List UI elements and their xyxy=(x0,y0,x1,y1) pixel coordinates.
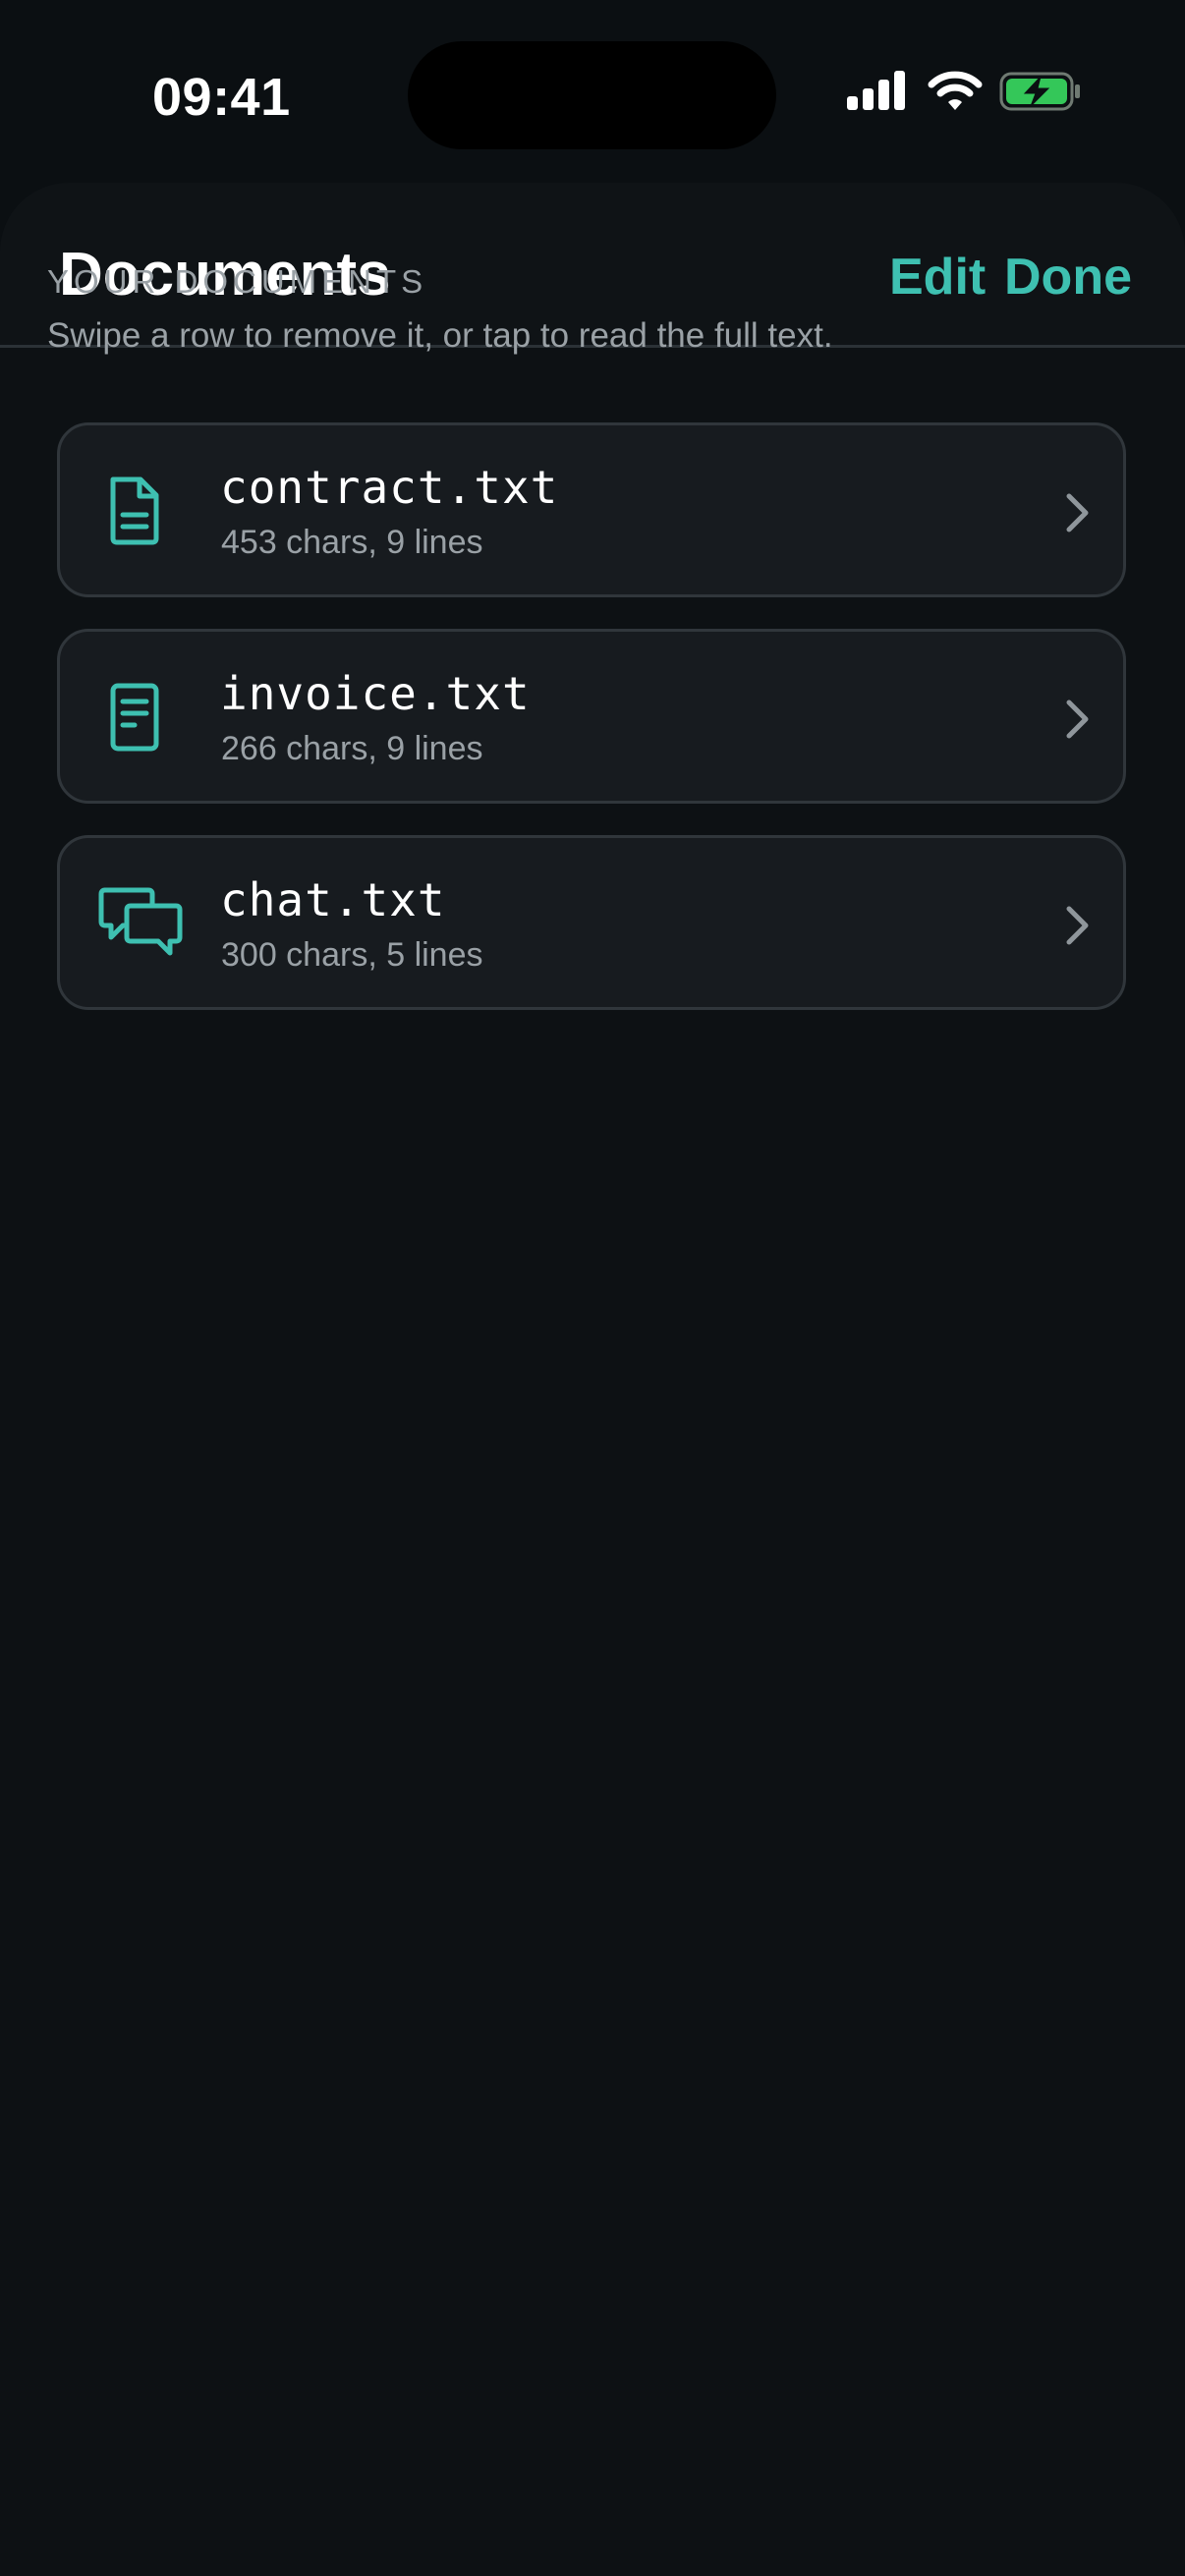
done-button[interactable]: Done xyxy=(1004,248,1132,307)
screen: 09:41 Documents Edit Done YOUR DOCUMENTS… xyxy=(0,0,1185,2576)
receipt-icon xyxy=(110,683,159,752)
document-meta: 266 chars, 9 lines xyxy=(221,730,483,767)
document-name: contract.txt xyxy=(220,461,559,514)
document-row-invoice[interactable]: invoice.txt 266 chars, 9 lines xyxy=(57,629,1126,804)
document-meta: 300 chars, 5 lines xyxy=(221,936,483,974)
status-bar: 09:41 xyxy=(0,0,1185,187)
chevron-right-icon xyxy=(1066,700,1089,739)
status-time: 09:41 xyxy=(152,68,291,127)
chevron-right-icon xyxy=(1066,493,1089,532)
edit-button[interactable]: Edit xyxy=(889,248,986,307)
document-list: contract.txt 453 chars, 9 lines invoice.… xyxy=(57,422,1126,1041)
document-row-chat[interactable]: chat.txt 300 chars, 5 lines xyxy=(57,835,1126,1010)
chevron-right-icon xyxy=(1066,906,1089,945)
document-row-contract[interactable]: contract.txt 453 chars, 9 lines xyxy=(57,422,1126,597)
battery-charging-icon xyxy=(999,72,1080,111)
document-meta: 453 chars, 9 lines xyxy=(221,524,483,561)
document-icon xyxy=(110,476,159,545)
wifi-icon xyxy=(928,71,983,110)
section-subtitle: Swipe a row to remove it, or tap to read… xyxy=(47,316,833,355)
document-name: chat.txt xyxy=(220,873,446,926)
dynamic-island xyxy=(408,41,776,149)
section-title: YOUR DOCUMENTS xyxy=(47,263,428,300)
cellular-signal-icon xyxy=(847,71,905,110)
chat-bubbles-icon xyxy=(98,887,183,956)
document-name: invoice.txt xyxy=(220,667,531,720)
